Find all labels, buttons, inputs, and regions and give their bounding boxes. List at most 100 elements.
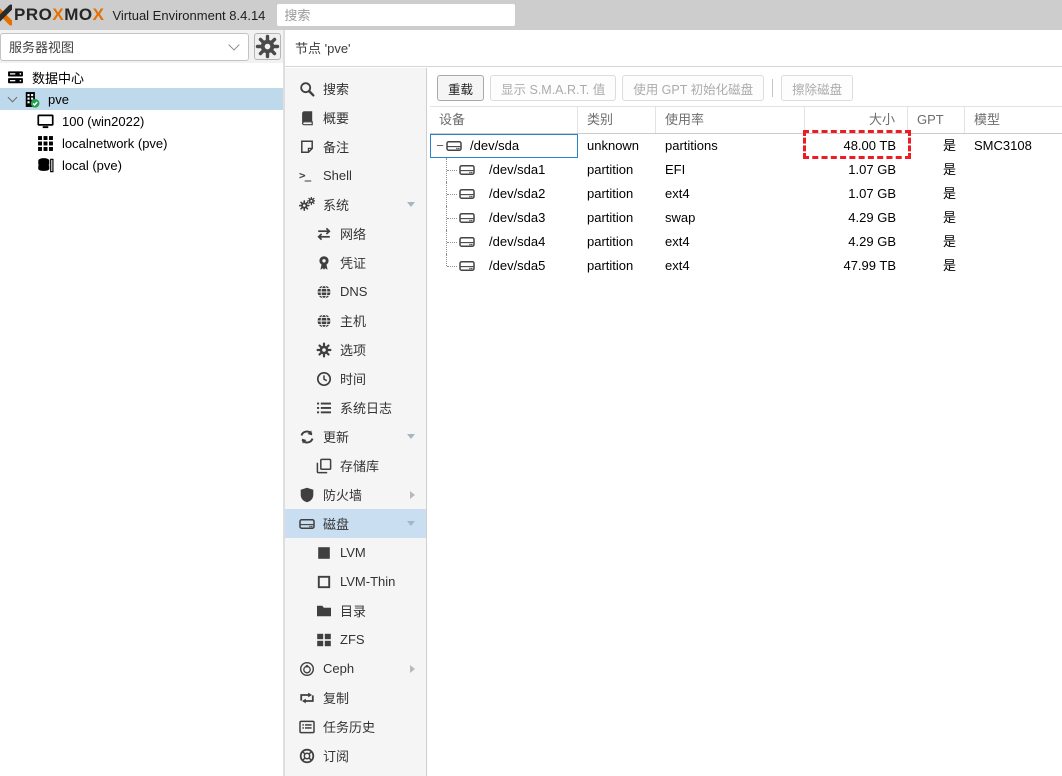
th-large-icon [316, 632, 332, 648]
tree-item-sdn-localnetwork[interactable]: localnetwork (pve) [0, 132, 283, 154]
table-row[interactable]: − /dev/sda unknown partitions 48.00 TB 是 SMC31… [430, 134, 1062, 158]
nav-item-repositories[interactable]: 存储库 [285, 451, 426, 480]
model-cell [965, 230, 1062, 254]
nav-item-search[interactable]: 搜索 [285, 74, 426, 103]
nav-item-label: 复制 [323, 691, 350, 706]
nav-item-network[interactable]: 网络 [285, 219, 426, 248]
column-header-gpt[interactable]: GPT [908, 107, 965, 133]
wipe-disk-button[interactable]: 擦除磁盘 [781, 75, 854, 101]
gpt-init-button[interactable]: 使用 GPT 初始化磁盘 [622, 75, 765, 101]
nav-item-time[interactable]: 时间 [285, 364, 426, 393]
nav-item-label: 系统日志 [340, 401, 393, 416]
square-icon [316, 545, 332, 561]
global-search-input[interactable] [277, 4, 516, 26]
disks-table-body: − /dev/sda unknown partitions 48.00 TB 是 SMC31… [430, 134, 1062, 278]
column-header-size[interactable]: 大小 [805, 107, 908, 133]
model-cell [965, 158, 1062, 182]
server-icon [7, 69, 24, 86]
node-region: 节点 'pve' 搜索 概要 备注 >_ Shell 系统 网络 凭证 DNS 主机 选项 时间 系统日… [285, 30, 1062, 776]
nav-item-label: 磁盘 [323, 517, 350, 532]
size-cell: 1.07 GB [848, 186, 896, 201]
table-row[interactable]: /dev/sda3 partition swap 4.29 GB 是 [430, 206, 1062, 230]
device-name: /dev/sda2 [489, 186, 546, 201]
type-cell: partition [587, 234, 634, 249]
column-header-device[interactable]: 设备 [430, 107, 578, 133]
column-header-type[interactable]: 类别 [578, 107, 656, 133]
nav-item-options[interactable]: 选项 [285, 335, 426, 364]
chevron-right-icon [410, 490, 415, 499]
table-row[interactable]: /dev/sda5 partition ext4 47.99 TB 是 [430, 254, 1062, 278]
ceph-icon [299, 661, 315, 677]
show-smart-button[interactable]: 显示 S.M.A.R.T. 值 [490, 75, 617, 101]
tree-item-pve[interactable]: pve [0, 88, 283, 110]
table-row[interactable]: /dev/sda2 partition ext4 1.07 GB 是 [430, 182, 1062, 206]
tree-item-vm-100[interactable]: 100 (win2022) [0, 110, 283, 132]
nav-item-label: 时间 [340, 372, 367, 387]
tree-item-label: 数据中心 [32, 70, 85, 86]
nav-item-shell[interactable]: >_ Shell [285, 161, 426, 190]
globe-icon [316, 284, 332, 300]
disks-content: 重载 显示 S.M.A.R.T. 值使用 GPT 初始化磁盘 擦除磁盘 设备 类别 使用… [430, 68, 1062, 776]
device-cell: /dev/sda1 [430, 158, 578, 182]
tree-header: 服务器视图 [0, 30, 283, 63]
nav-item-system[interactable]: 系统 [285, 190, 426, 219]
nav-item-dns[interactable]: DNS [285, 277, 426, 306]
nav-item-directory[interactable]: 目录 [285, 596, 426, 625]
table-row[interactable]: /dev/sda4 partition ext4 4.29 GB 是 [430, 230, 1062, 254]
proxmox-brand: PROXMOX [14, 5, 105, 24]
nav-item-subscription[interactable]: 订阅 [285, 741, 426, 770]
chevron-down-icon[interactable] [7, 92, 18, 103]
device-name: /dev/sda [470, 138, 520, 153]
nav-item-label: 系统 [323, 198, 350, 213]
nav-item-replication[interactable]: 复制 [285, 683, 426, 712]
nav-item-label: 概要 [323, 111, 350, 126]
cogs-icon [299, 196, 315, 213]
type-cell: partition [587, 162, 634, 177]
column-header-usage[interactable]: 使用率 [656, 107, 805, 133]
collapse-toggle-icon[interactable]: − [435, 135, 445, 157]
nav-item-lvm[interactable]: LVM [285, 538, 426, 567]
nav-item-label: 防火墙 [323, 488, 363, 503]
nav-item-task-history[interactable]: 任务历史 [285, 712, 426, 741]
nav-item-hosts[interactable]: 主机 [285, 306, 426, 335]
globe-icon [316, 313, 332, 329]
disks-table-header: 设备 类别 使用率 大小 GPT 模型 [430, 106, 1062, 134]
nav-item-disks[interactable]: 磁盘 [285, 509, 426, 538]
tree-settings-button[interactable] [254, 33, 281, 60]
tree-elbow [446, 230, 458, 254]
table-row[interactable]: /dev/sda1 partition EFI 1.07 GB 是 [430, 158, 1062, 182]
nav-item-label: 凭证 [340, 256, 367, 271]
usage-cell: EFI [665, 162, 686, 177]
tree-item-label: 100 (win2022) [62, 113, 145, 129]
device-name: /dev/sda3 [489, 210, 546, 225]
size-cell: 4.29 GB [848, 210, 896, 225]
top-bar: PROXMOX Virtual Environment 8.4.14 [0, 0, 1062, 30]
disks-toolbar: 重载 显示 S.M.A.R.T. 值使用 GPT 初始化磁盘 擦除磁盘 [437, 75, 1062, 101]
tree-item-storage-local[interactable]: local (pve) [0, 154, 283, 176]
tree-item-datacenter[interactable]: 数据中心 [0, 66, 283, 88]
nav-item-label: 更新 [323, 430, 350, 445]
nav-item-firewall[interactable]: 防火墙 [285, 480, 426, 509]
nav-item-label: 备注 [323, 140, 350, 155]
usage-cell: ext4 [665, 258, 690, 273]
view-selector-dropdown[interactable]: 服务器视图 [0, 32, 249, 61]
nav-item-notes[interactable]: 备注 [285, 132, 426, 161]
nav-item-summary[interactable]: 概要 [285, 103, 426, 132]
nav-item-lvm-thin[interactable]: LVM-Thin [285, 567, 426, 596]
device-name: /dev/sda5 [489, 258, 546, 273]
reload-button[interactable]: 重载 [437, 75, 485, 101]
device-cell: /dev/sda4 [430, 230, 578, 254]
nav-item-zfs[interactable]: ZFS [285, 625, 426, 654]
column-header-model[interactable]: 模型 [965, 107, 1062, 133]
nav-item-updates[interactable]: 更新 [285, 422, 426, 451]
device-cell: − /dev/sda [430, 134, 578, 158]
device-cell: /dev/sda2 [430, 182, 578, 206]
size-cell: 4.29 GB [848, 234, 896, 249]
server-tree: 数据中心 pve 100 (win2022) localnetwork (pve) lo… [0, 66, 283, 176]
nav-item-ceph[interactable]: Ceph [285, 654, 426, 683]
model-cell: SMC3108 [974, 138, 1032, 153]
gear-icon [316, 342, 332, 358]
nav-item-certificates[interactable]: 凭证 [285, 248, 426, 277]
chevron-down-icon [407, 521, 415, 526]
nav-item-syslog[interactable]: 系统日志 [285, 393, 426, 422]
